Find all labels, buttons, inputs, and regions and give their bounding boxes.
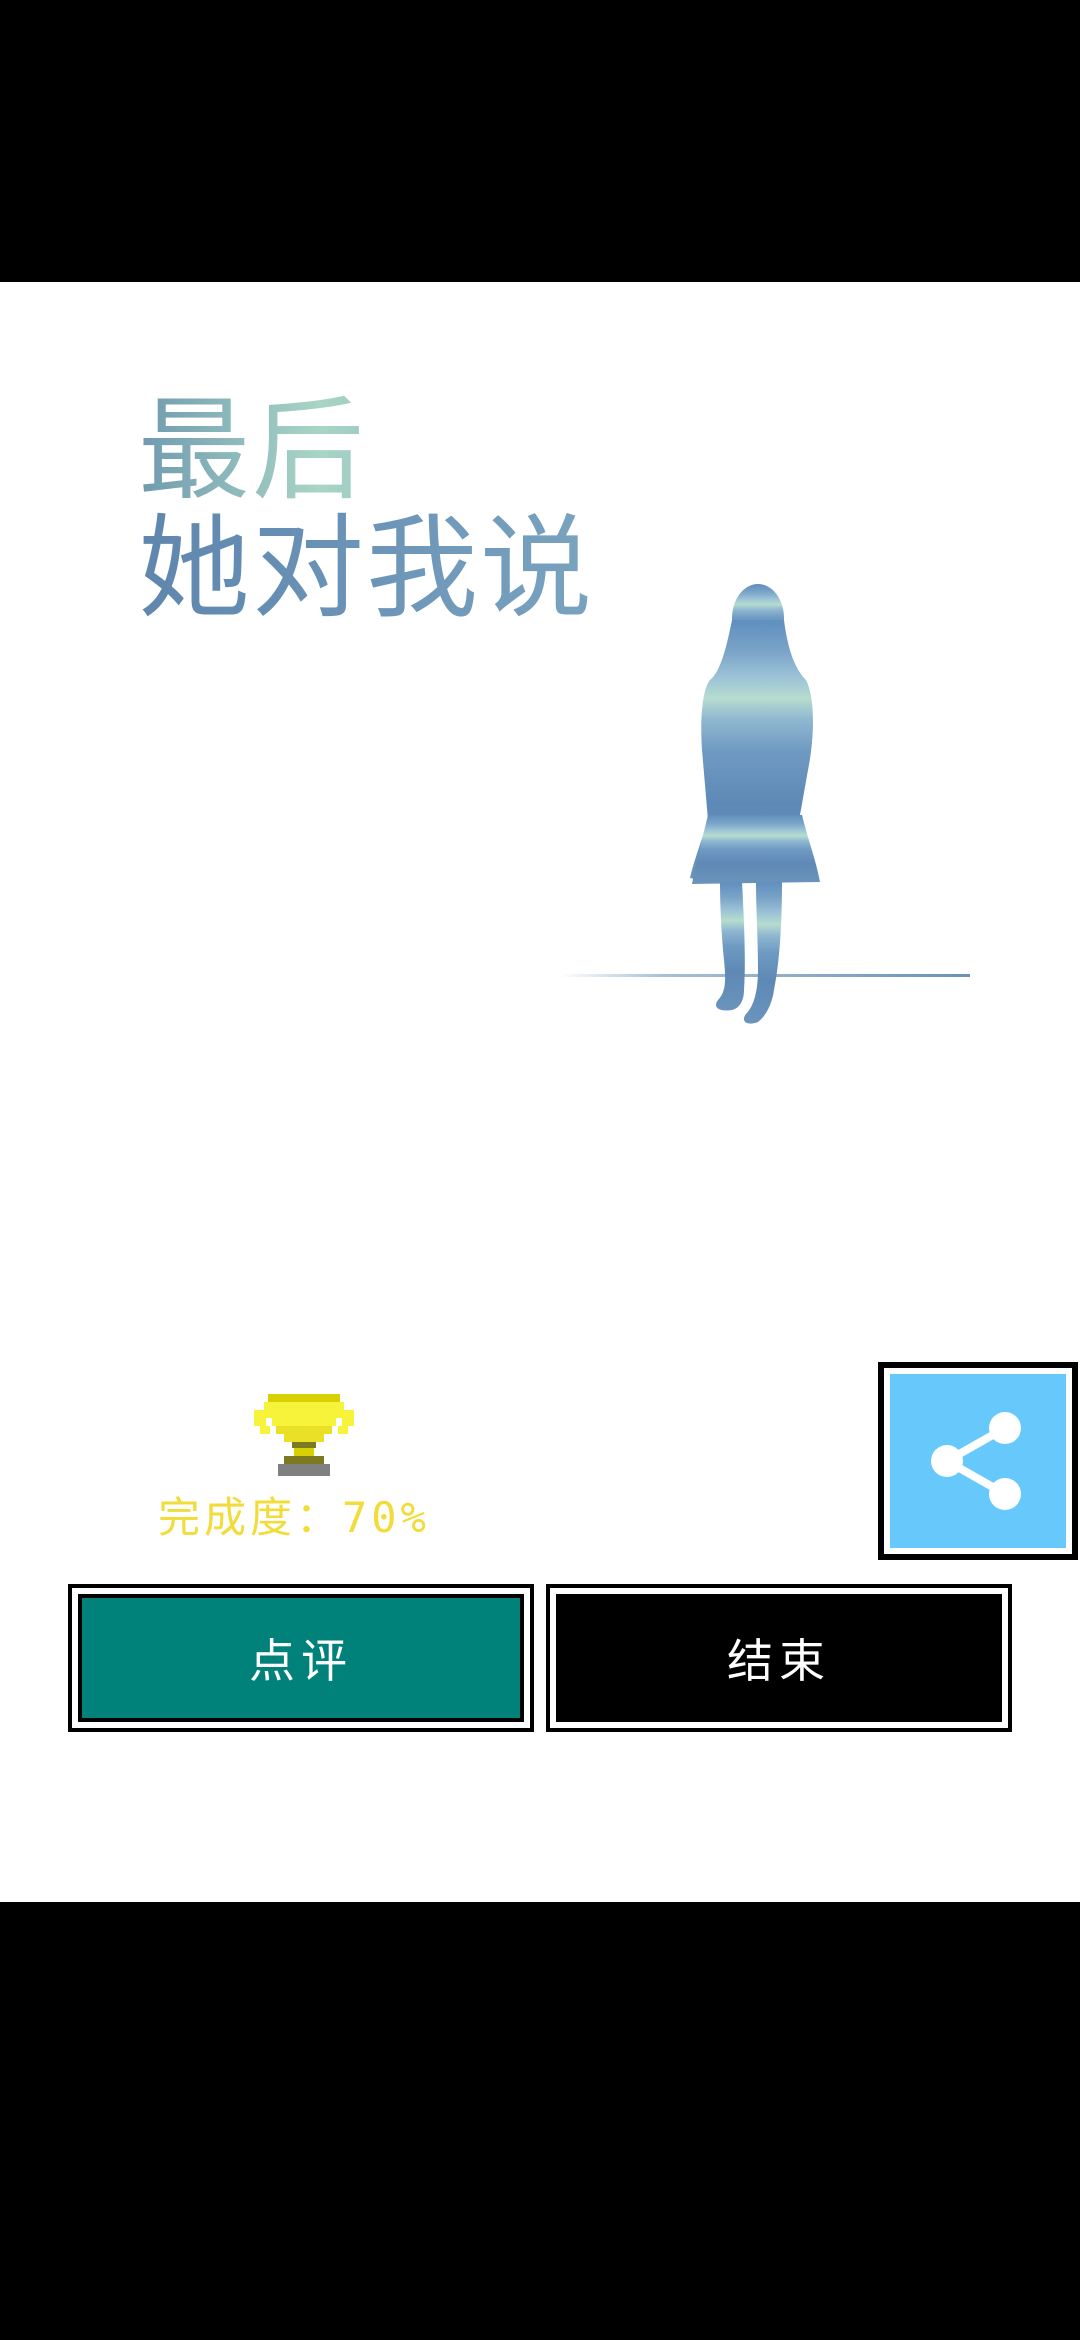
share-button-frame <box>884 1368 1072 1554</box>
share-button[interactable] <box>878 1362 1078 1560</box>
completion-text: 完成度：70% <box>158 1493 430 1542</box>
end-button-label: 结束 <box>560 1598 998 1718</box>
girl-silhouette <box>560 584 970 1024</box>
review-button[interactable]: 点评 <box>68 1584 534 1732</box>
trophy-icon <box>254 1394 354 1476</box>
review-button-frame: 点评 <box>72 1588 530 1728</box>
review-button-label: 点评 <box>82 1598 520 1718</box>
game-title: 最后 她对我说 <box>138 392 594 628</box>
share-icon <box>931 1412 1021 1510</box>
bottom-letterbox <box>0 1902 1080 2340</box>
end-button-frame: 结束 <box>550 1588 1008 1728</box>
game-screen: 最后 她对我说 完成度：70% 点评 结束 <box>0 0 1080 2340</box>
end-button[interactable]: 结束 <box>546 1584 1012 1732</box>
share-button-face <box>890 1374 1066 1548</box>
title-line-2: 她对我说 <box>138 504 594 634</box>
title-line-1: 最后 <box>138 392 594 510</box>
top-letterbox <box>0 0 1080 282</box>
